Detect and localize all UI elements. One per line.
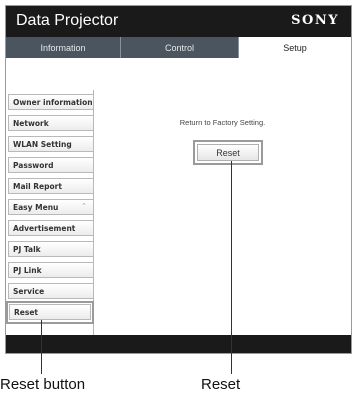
callout-reset-button-label: Reset button bbox=[0, 376, 86, 393]
tab-information[interactable]: Information bbox=[6, 37, 121, 58]
reset-button-highlight: Reset bbox=[193, 140, 263, 165]
brand-logo: SONY bbox=[291, 13, 339, 28]
sidebar-item-owner-information[interactable]: Owner information bbox=[8, 94, 94, 110]
sidebar-item-network[interactable]: Network bbox=[8, 115, 94, 131]
callout-reset-label: Reset bbox=[201, 376, 241, 393]
sidebar-item-service[interactable]: Service bbox=[8, 283, 94, 299]
sidebar: Owner information Network WLAN Setting P… bbox=[6, 90, 94, 335]
callout-leader-line bbox=[41, 320, 42, 374]
sidebar-item-reset[interactable]: Reset bbox=[9, 304, 91, 320]
header-bar: Data Projector SONY bbox=[6, 6, 351, 37]
tab-bar: Information Control Setup bbox=[6, 37, 351, 58]
factory-reset-message: Return to Factory Setting. bbox=[179, 118, 266, 127]
browser-frame: Data Projector SONY Information Control … bbox=[5, 5, 352, 354]
reset-button[interactable]: Reset bbox=[197, 144, 259, 161]
sidebar-item-password[interactable]: Password bbox=[8, 157, 94, 173]
sidebar-item-wlan-setting[interactable]: WLAN Setting bbox=[8, 136, 94, 152]
footer-bar bbox=[6, 335, 351, 353]
tab-control[interactable]: Control bbox=[121, 37, 239, 58]
chevron-up-double-icon: ⌃ bbox=[81, 202, 87, 210]
sidebar-item-reset-highlight: Reset bbox=[6, 301, 94, 324]
sidebar-item-easy-menu[interactable]: Easy Menu ⌃ bbox=[8, 199, 94, 215]
sidebar-item-mail-report[interactable]: Mail Report bbox=[8, 178, 94, 194]
app-title: Data Projector bbox=[16, 12, 119, 29]
sidebar-item-label: Easy Menu bbox=[13, 202, 59, 212]
sidebar-item-pj-talk[interactable]: PJ Talk bbox=[8, 241, 94, 257]
sidebar-item-advertisement[interactable]: Advertisement bbox=[8, 220, 94, 236]
callout-leader-line bbox=[231, 161, 232, 374]
sidebar-item-pj-link[interactable]: PJ Link bbox=[8, 262, 94, 278]
tab-setup[interactable]: Setup bbox=[239, 37, 351, 58]
